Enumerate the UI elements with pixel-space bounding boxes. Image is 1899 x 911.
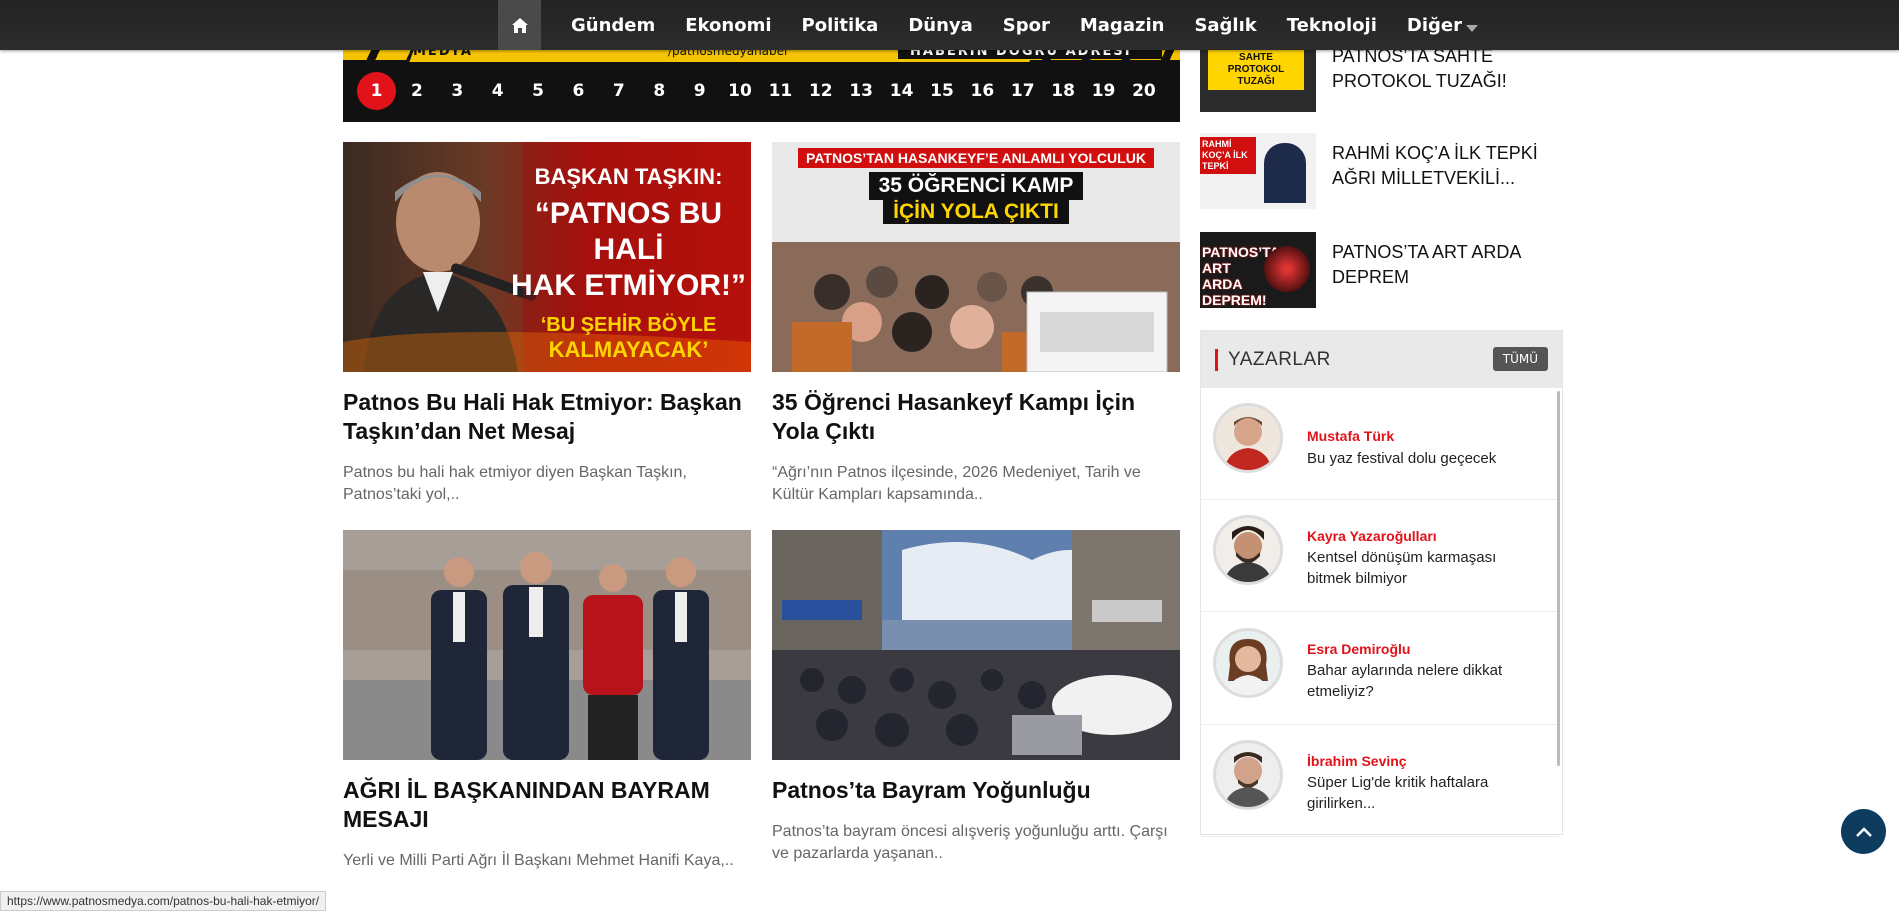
author-avatar (1213, 628, 1283, 698)
slider-page[interactable]: 12 (801, 72, 840, 110)
side-news-thumb: PATNOS’TA ART ARDA DEPREM! (1200, 232, 1316, 308)
author-name: Mustafa Türk (1307, 428, 1395, 444)
author-item[interactable]: Mustafa Türk Bu yaz festival dolu geçece… (1201, 388, 1559, 500)
author-name: Kayra Yazaroğulları (1307, 528, 1437, 544)
side-news-title: RAHMİ KOÇ’A İLK TEPKİ AĞRI MİLLETVEKİLİ.… (1332, 143, 1538, 188)
image-text-line3: HAK ETMİYOR!” (511, 269, 746, 302)
image-text-line3: İÇİN YOLA ÇIKTI (883, 200, 1069, 224)
authors-title: YAZARLAR (1228, 349, 1331, 370)
slider-page[interactable]: 10 (721, 72, 760, 110)
slider-page[interactable]: 16 (963, 72, 1002, 110)
author-article-title: Kentsel dönüşüm karmaşası bitmek bilmiyo… (1307, 549, 1497, 587)
side-thumb-text: RAHMİ KOÇ’A İLK TEPKİ (1200, 137, 1256, 174)
nav-item-diger[interactable]: Diğer (1407, 15, 1478, 36)
slider-page[interactable]: 3 (438, 72, 477, 110)
side-news-title: PATNOS’TA SAHTE PROTOKOL TUZAĞI! (1332, 46, 1507, 91)
image-text-line1: PATNOS’TAN HASANKEYF’E ANLAMLI YOLCULUK (798, 148, 1154, 168)
author-avatar (1213, 515, 1283, 585)
side-news-title: PATNOS’TA ART ARDA DEPREM (1332, 242, 1521, 287)
back-to-top-button[interactable] (1841, 809, 1886, 854)
side-news-item[interactable]: RAHMİ KOÇ’A İLK TEPKİ RAHMİ KOÇ’A İLK TE… (1200, 133, 1570, 209)
news-card-title[interactable]: 35 Öğrenci Hasankeyf Kampı İçin Yola Çık… (772, 388, 1180, 446)
side-thumb-text: SAHTE PROTOKOL TUZAĞI (1208, 50, 1304, 90)
image-text-line2: 35 ÖĞRENCİ KAMP (868, 172, 1084, 200)
nav-item-magazin[interactable]: Magazin (1080, 15, 1165, 36)
news-card-title[interactable]: Patnos Bu Hali Hak Etmiyor: Başkan Taşkı… (343, 388, 751, 446)
nav-item-gundem[interactable]: Gündem (571, 15, 655, 36)
top-navigation: Gündem Ekonomi Politika Dünya Spor Magaz… (0, 0, 1899, 50)
slider-page[interactable]: 5 (519, 72, 558, 110)
home-button[interactable] (498, 0, 541, 50)
news-card-title[interactable]: Patnos’ta Bayram Yoğunluğu (772, 776, 1180, 805)
nav-item-ekonomi[interactable]: Ekonomi (685, 15, 771, 36)
author-avatar (1213, 740, 1283, 810)
author-item[interactable]: Esra Demiroğlu Bahar aylarında nelere di… (1201, 613, 1559, 725)
header-accent-bar (1215, 349, 1218, 371)
news-image-market-crowd (772, 530, 1180, 760)
side-news-thumb: RAHMİ KOÇ’A İLK TEPKİ (1200, 133, 1316, 209)
authors-scrollbar[interactable] (1557, 391, 1560, 766)
author-avatar (1213, 403, 1283, 473)
news-card-description: Patnos bu hali hak etmiyor diyen Başkan … (343, 464, 687, 503)
browser-status-url: https://www.patnosmedya.com/patnos-bu-ha… (0, 891, 327, 911)
author-article-title: Bu yaz festival dolu geçecek (1307, 450, 1497, 467)
news-card-image[interactable] (772, 530, 1180, 760)
authors-header: YAZARLAR TÜMÜ (1201, 331, 1562, 388)
news-card-image[interactable]: BAŞKAN TAŞKIN: “PATNOS BU HALİ HAK ETMİY… (343, 142, 751, 372)
author-name: İbrahim Sevinç (1307, 753, 1407, 769)
side-news-item[interactable]: PATNOS’TA ART ARDA DEPREM! PATNOS’TA ART… (1200, 232, 1570, 308)
nav-item-spor[interactable]: Spor (1003, 15, 1050, 36)
image-text-line2: “PATNOS BU HALİ (534, 197, 723, 266)
slider-page[interactable]: 17 (1003, 72, 1042, 110)
slider-page[interactable]: 7 (599, 72, 638, 110)
image-text-line5: KALMAYACAK’ (548, 337, 709, 362)
nav-item-dunya[interactable]: Dünya (908, 15, 972, 36)
author-item[interactable]: İbrahim Sevinç Süper Lig'de kritik hafta… (1201, 725, 1559, 837)
news-card: AĞRI İL BAŞKANINDAN BAYRAM MESAJI Yerli … (343, 530, 751, 872)
slider-page[interactable]: 8 (640, 72, 679, 110)
chevron-down-icon (1465, 24, 1478, 32)
slider-page[interactable]: 4 (478, 72, 517, 110)
slider-page[interactable]: 9 (680, 72, 719, 110)
author-article-title: Süper Lig'de kritik haftalara girilirken… (1307, 774, 1489, 812)
slider-page[interactable]: 20 (1124, 72, 1163, 110)
news-card: Patnos’ta Bayram Yoğunluğu Patnos’ta bay… (772, 530, 1180, 865)
slider-page[interactable]: 13 (842, 72, 881, 110)
authors-widget: YAZARLAR TÜMÜ Mustafa Türk Bu yaz festiv… (1200, 330, 1563, 837)
slider-page[interactable]: 15 (922, 72, 961, 110)
side-thumb-graphic (1264, 246, 1310, 292)
slider-page[interactable]: 6 (559, 72, 598, 110)
author-article-title: Bahar aylarında nelere dikkat etmeliyiz? (1307, 662, 1503, 700)
news-card: BAŞKAN TAŞKIN: “PATNOS BU HALİ HAK ETMİY… (343, 142, 751, 506)
image-text-line4: ‘BU ŞEHİR BÖYLE (540, 314, 717, 336)
news-card-image[interactable]: PATNOS’TAN HASANKEYF’E ANLAMLI YOLCULUK … (772, 142, 1180, 372)
slider-page[interactable]: 19 (1084, 72, 1123, 110)
author-item[interactable]: Kayra Yazaroğulları Kentsel dönüşüm karm… (1201, 500, 1559, 612)
slider-page[interactable]: 2 (397, 72, 436, 110)
slider-page[interactable]: 11 (761, 72, 800, 110)
news-card: PATNOS’TAN HASANKEYF’E ANLAMLI YOLCULUK … (772, 142, 1180, 506)
slider-page[interactable]: 14 (882, 72, 921, 110)
chevron-up-icon (1855, 826, 1872, 837)
news-card-image[interactable] (343, 530, 751, 760)
all-authors-button[interactable]: TÜMÜ (1492, 347, 1548, 371)
slider-pagination: 1 2 3 4 5 6 7 8 9 10 11 12 13 14 15 16 1… (357, 72, 1165, 110)
news-card-description: “Ağrı’nın Patnos ilçesinde, 2026 Medeniy… (772, 464, 1141, 503)
nav-item-politika[interactable]: Politika (802, 15, 879, 36)
slider-page[interactable]: 1 (357, 72, 396, 110)
slider-page[interactable]: 18 (1044, 72, 1083, 110)
nav-more-label: Diğer (1406, 14, 1462, 36)
side-thumb-text: PATNOS’TA ART ARDA DEPREM! (1202, 244, 1280, 308)
news-card-title[interactable]: AĞRI İL BAŞKANINDAN BAYRAM MESAJI (343, 776, 751, 834)
author-name: Esra Demiroğlu (1307, 641, 1411, 657)
news-card-description: Yerli ve Milli Parti Ağrı İl Başkanı Meh… (343, 852, 734, 869)
news-image-group-photo (343, 530, 751, 760)
home-icon (511, 17, 528, 33)
nav-item-teknoloji[interactable]: Teknoloji (1287, 15, 1377, 36)
image-text-line1: BAŞKAN TAŞKIN: (534, 164, 723, 189)
news-card-description: Patnos’ta bayram öncesi alışveriş yoğunl… (772, 823, 1168, 862)
nav-item-saglik[interactable]: Sağlık (1194, 15, 1256, 36)
side-thumb-person (1264, 143, 1306, 203)
